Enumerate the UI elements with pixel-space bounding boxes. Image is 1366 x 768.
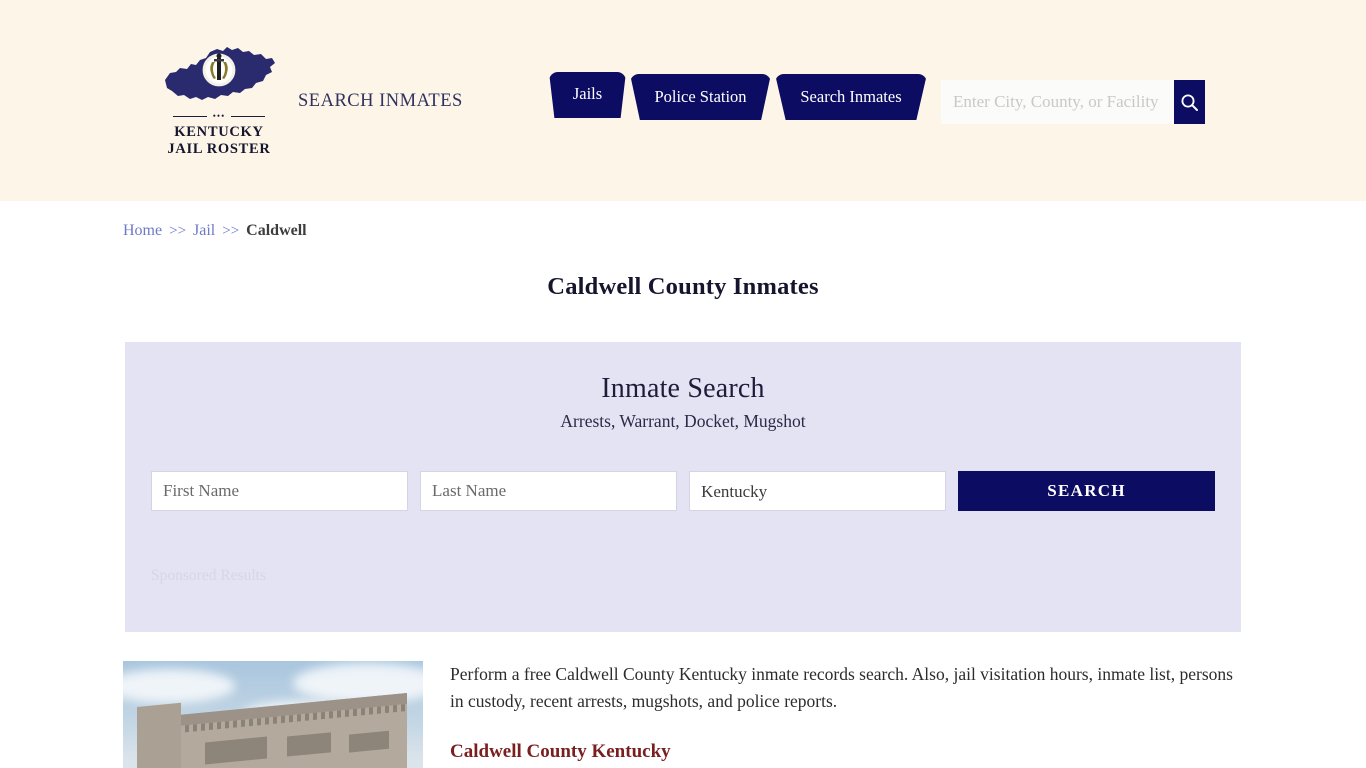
building-window	[349, 730, 389, 753]
logo-divider: •••	[173, 111, 265, 121]
logo-dots: •••	[212, 111, 226, 121]
header-search-input[interactable]	[941, 80, 1174, 124]
courthouse-image	[123, 661, 423, 768]
content-paragraph: Perform a free Caldwell County Kentucky …	[450, 664, 1233, 711]
building-window	[205, 736, 267, 765]
breadcrumb: Home >> Jail >> Caldwell	[123, 201, 1243, 240]
breadcrumb-link-home[interactable]: Home	[123, 222, 162, 239]
sponsored-results-label: Sponsored Results	[151, 567, 266, 584]
nav-search-inmates-button[interactable]: Search Inmates	[775, 74, 927, 120]
content-section: Perform a free Caldwell County Kentucky …	[123, 632, 1243, 768]
panel-title: Inmate Search	[601, 373, 765, 404]
logo-text-line1: KENTUCKY	[174, 124, 264, 140]
nav-police-station-button[interactable]: Police Station	[630, 74, 771, 120]
panel-subtitle: Arrests, Warrant, Docket, Mugshot	[560, 411, 806, 431]
breadcrumb-separator-1: >>	[169, 223, 187, 239]
search-submit-button[interactable]: SEARCH	[958, 471, 1216, 511]
building-tower	[137, 702, 181, 768]
header-container: ••• KENTUCKY JAIL ROSTER SEARCH INMATES …	[123, 0, 1243, 201]
state-select[interactable]: Kentucky	[689, 471, 947, 511]
kentucky-state-map-seal-icon	[165, 47, 275, 100]
cloud-shape	[123, 669, 235, 703]
first-name-input[interactable]	[151, 471, 409, 511]
site-tagline: SEARCH INMATES	[298, 91, 463, 111]
nav-jails-button[interactable]: Jails	[549, 72, 626, 118]
content-text: Perform a free Caldwell County Kentucky …	[450, 661, 1243, 768]
kentucky-map-icon	[160, 42, 278, 108]
last-name-input[interactable]	[420, 471, 678, 511]
building-window	[287, 732, 331, 757]
logo-text-line2: JAIL ROSTER	[167, 141, 271, 157]
header-search-button[interactable]	[1174, 80, 1205, 124]
breadcrumb-current: Caldwell	[246, 222, 307, 239]
site-logo[interactable]: ••• KENTUCKY JAIL ROSTER	[160, 42, 278, 158]
breadcrumb-separator-2: >>	[222, 223, 240, 239]
content-heading: Caldwell County Kentucky	[450, 741, 671, 762]
site-header: ••• KENTUCKY JAIL ROSTER SEARCH INMATES …	[0, 0, 1366, 201]
search-icon	[1181, 94, 1198, 111]
inmate-search-panel: Inmate Search Arrests, Warrant, Docket, …	[125, 342, 1241, 632]
header-search-form	[941, 80, 1205, 124]
main-navigation: Jails Police Station Search Inmates	[549, 72, 927, 120]
page-title: Caldwell County Inmates	[547, 273, 819, 300]
breadcrumb-link-jail[interactable]: Jail	[193, 222, 215, 239]
inmate-search-form: Kentucky SEARCH	[125, 471, 1241, 511]
